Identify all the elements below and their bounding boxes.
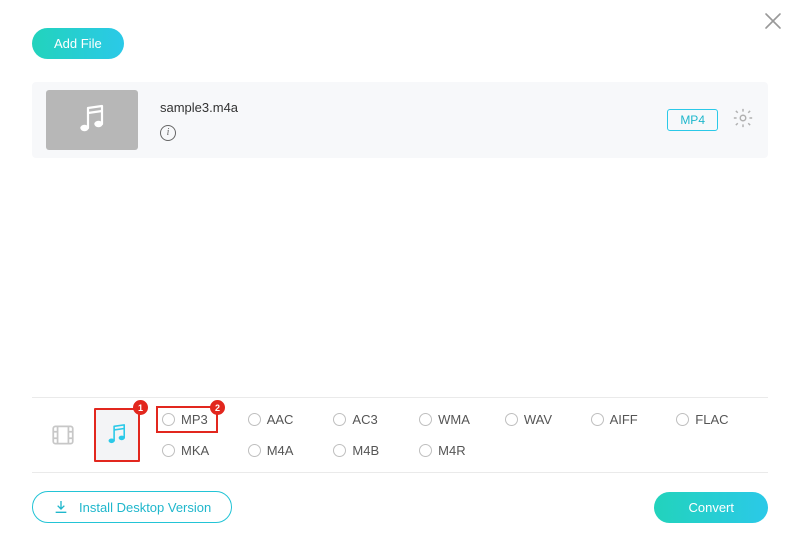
- callout-badge-1: 1: [133, 400, 148, 415]
- format-selector: 1 MP3 2 AAC AC3 WMA WAV AIFF FLAC MKA M4…: [32, 397, 768, 473]
- footer-bar: Install Desktop Version Convert: [32, 491, 768, 523]
- format-option-aac[interactable]: AAC: [246, 408, 332, 431]
- format-label: WAV: [524, 412, 552, 427]
- gear-icon[interactable]: [732, 107, 754, 134]
- format-label: M4A: [267, 443, 294, 458]
- format-option-ac3[interactable]: AC3: [331, 408, 417, 431]
- format-option-m4r[interactable]: M4R: [417, 439, 503, 462]
- format-option-mp3[interactable]: MP3 2: [160, 408, 246, 431]
- info-icon[interactable]: i: [160, 125, 176, 141]
- radio-icon: [419, 444, 432, 457]
- format-label: WMA: [438, 412, 470, 427]
- music-note-icon: [74, 102, 110, 138]
- format-label: AAC: [267, 412, 294, 427]
- category-audio-button[interactable]: 1: [94, 408, 140, 462]
- radio-icon: [419, 413, 432, 426]
- format-label: AC3: [352, 412, 377, 427]
- download-icon: [53, 499, 69, 515]
- output-format-chip[interactable]: MP4: [667, 109, 718, 131]
- format-label: M4R: [438, 443, 465, 458]
- format-label: MP3: [181, 412, 208, 427]
- radio-icon: [333, 413, 346, 426]
- format-option-wav[interactable]: WAV: [503, 408, 589, 431]
- add-file-button[interactable]: Add File: [32, 28, 124, 59]
- music-note-icon: [104, 422, 130, 448]
- format-option-m4b[interactable]: M4B: [331, 439, 417, 462]
- radio-icon: [333, 444, 346, 457]
- format-option-flac[interactable]: FLAC: [674, 408, 760, 431]
- radio-icon: [162, 444, 175, 457]
- format-option-wma[interactable]: WMA: [417, 408, 503, 431]
- format-label: AIFF: [610, 412, 638, 427]
- format-label: M4B: [352, 443, 379, 458]
- format-option-aiff[interactable]: AIFF: [589, 408, 675, 431]
- format-label: MKA: [181, 443, 209, 458]
- install-desktop-button[interactable]: Install Desktop Version: [32, 491, 232, 523]
- format-label: FLAC: [695, 412, 728, 427]
- convert-button[interactable]: Convert: [654, 492, 768, 523]
- format-option-m4a[interactable]: M4A: [246, 439, 332, 462]
- radio-icon: [162, 413, 175, 426]
- file-thumbnail: [46, 90, 138, 150]
- callout-badge-2: 2: [210, 400, 225, 415]
- video-icon: [50, 422, 76, 448]
- format-option-mka[interactable]: MKA: [160, 439, 246, 462]
- file-name-label: sample3.m4a: [160, 100, 238, 115]
- category-video-button[interactable]: [40, 408, 86, 462]
- divider: [32, 472, 768, 473]
- file-row: sample3.m4a i MP4: [32, 82, 768, 158]
- radio-icon: [248, 413, 261, 426]
- close-icon[interactable]: [764, 12, 782, 35]
- radio-icon: [591, 413, 604, 426]
- install-label: Install Desktop Version: [79, 500, 211, 515]
- radio-icon: [676, 413, 689, 426]
- radio-icon: [505, 413, 518, 426]
- radio-icon: [248, 444, 261, 457]
